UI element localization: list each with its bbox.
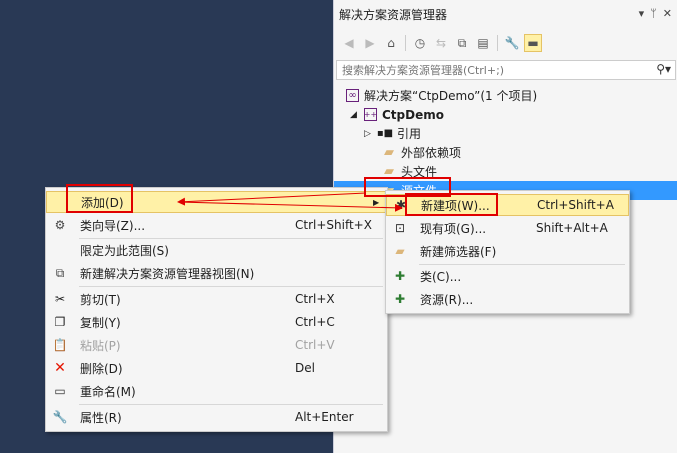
- properties-wrench-icon[interactable]: 🔧: [503, 34, 521, 52]
- menu-separator: [79, 404, 383, 405]
- preview-selected-icon[interactable]: ▬: [524, 34, 542, 52]
- menu-item-shortcut: Ctrl+X: [295, 292, 335, 306]
- annotation-box-new-item: [405, 193, 498, 216]
- copy-icon: ❐: [54, 315, 66, 329]
- annotation-box-add: [66, 184, 133, 213]
- pin-icon[interactable]: ᛘ: [650, 7, 657, 20]
- menu-item-label: 现有项(G)...: [420, 221, 487, 236]
- menu-item-cut[interactable]: ✂ 剪切(T) Ctrl+X: [46, 288, 387, 310]
- menu-item-resource[interactable]: ✚ 资源(R)...: [386, 288, 629, 310]
- menu-item-label: 类(C)...: [420, 269, 462, 284]
- menu-item-label: 删除(D): [80, 361, 123, 376]
- toolbar-separator: [405, 35, 406, 51]
- menu-item-paste[interactable]: 📋 粘贴(P) Ctrl+V: [46, 334, 387, 356]
- menu-item-class[interactable]: ✚ 类(C)...: [386, 265, 629, 287]
- menu-item-label: 剪切(T): [80, 292, 121, 307]
- solution-explorer-title: 解决方案资源管理器: [339, 7, 448, 22]
- expanded-arrow-icon[interactable]: ◢: [350, 110, 360, 120]
- solution-explorer-search[interactable]: ⚲▾: [336, 60, 676, 80]
- paste-icon: 📋: [52, 338, 68, 352]
- solution-explorer-toolbar: ◀ ▶ ⌂ ◷ ⇆ ⧉ ▤ 🔧 ▬: [334, 30, 677, 56]
- search-input[interactable]: [340, 62, 644, 78]
- menu-item-shortcut: Ctrl+C: [295, 315, 335, 329]
- menu-item-properties[interactable]: 🔧 属性(R) Alt+Enter: [46, 406, 387, 428]
- toolbar-separator: [497, 35, 498, 51]
- menu-item-shortcut: Ctrl+Shift+A: [537, 198, 614, 212]
- references-icon: ▪■: [376, 128, 394, 139]
- solution-icon: ∞: [346, 89, 359, 102]
- tree-item-label: 引用: [397, 127, 422, 141]
- menu-item-new-explorer-view[interactable]: ⧉ 新建解决方案资源管理器视图(N): [46, 262, 387, 284]
- folder-icon: ▰: [384, 145, 394, 160]
- menu-item-label: 粘贴(P): [80, 338, 121, 353]
- forward-icon[interactable]: ▶: [361, 34, 379, 52]
- scissors-icon: ✂: [54, 292, 66, 306]
- menu-item-label: 复制(Y): [80, 315, 121, 330]
- menu-item-label: 属性(R): [80, 410, 122, 425]
- menu-item-label: 新建解决方案资源管理器视图(N): [80, 266, 255, 281]
- existing-item-icon: ⊡: [394, 221, 406, 235]
- cpp-project-icon: ++: [363, 108, 378, 121]
- menu-item-label: 限定为此范围(S): [80, 243, 169, 258]
- tree-item-label: CtpDemo: [382, 107, 444, 122]
- menu-item-label: 新建筛选器(F): [420, 244, 497, 259]
- tree-item-label: 外部依赖项: [401, 146, 462, 160]
- menu-item-scope-to-this[interactable]: 限定为此范围(S): [46, 239, 387, 261]
- new-view-icon: ⧉: [55, 265, 65, 280]
- collapsed-arrow-icon[interactable]: ▷: [364, 129, 374, 139]
- menu-item-existing-item[interactable]: ⊡ 现有项(G)... Shift+Alt+A: [386, 217, 629, 239]
- menu-item-label: 类向导(Z)...: [80, 218, 146, 233]
- submenu-arrow-icon: ▶: [373, 198, 380, 207]
- menu-item-shortcut: Alt+Enter: [295, 410, 354, 424]
- menu-item-class-wizard[interactable]: ⚙ 类向导(Z)... Ctrl+Shift+X: [46, 214, 387, 236]
- search-icon[interactable]: ⚲▾: [656, 62, 671, 76]
- add-resource-icon: ✚: [394, 292, 406, 306]
- dropdown-arrow-icon[interactable]: ▾: [639, 7, 645, 20]
- home-icon[interactable]: ⌂: [382, 34, 400, 52]
- menu-item-copy[interactable]: ❐ 复制(Y) Ctrl+C: [46, 311, 387, 333]
- collapse-all-icon[interactable]: ⧉: [453, 34, 471, 52]
- menu-item-new-filter[interactable]: ▰ 新建筛选器(F): [386, 240, 629, 262]
- menu-item-shortcut: Del: [295, 361, 315, 375]
- menu-item-delete[interactable]: ✕ 删除(D) Del: [46, 357, 387, 379]
- menu-separator: [79, 286, 383, 287]
- tree-item-external-deps[interactable]: ▰ 外部依赖项: [382, 143, 461, 162]
- tree-item-project[interactable]: ◢ ++ CtpDemo: [350, 105, 444, 124]
- tree-item-references[interactable]: ▷ ▪■ 引用: [364, 124, 421, 143]
- context-menu: 添加(D) ▶ ⚙ 类向导(Z)... Ctrl+Shift+X 限定为此范围(…: [45, 187, 388, 432]
- class-wizard-icon: ⚙: [54, 218, 66, 232]
- wrench-icon: 🔧: [52, 410, 68, 424]
- tree-item-label: 解决方案“CtpDemo”(1 个项目): [364, 89, 538, 103]
- sync-icon[interactable]: ⇆: [432, 34, 450, 52]
- menu-item-label: 资源(R)...: [420, 292, 474, 307]
- menu-item-label: 重命名(M): [80, 384, 136, 399]
- show-all-files-icon[interactable]: ▤: [474, 34, 492, 52]
- menu-item-shortcut: Ctrl+V: [295, 338, 335, 352]
- menu-item-shortcut: Shift+Alt+A: [536, 221, 608, 235]
- tree-item-solution[interactable]: ∞ 解决方案“CtpDemo”(1 个项目): [346, 86, 537, 105]
- pending-changes-icon[interactable]: ◷: [411, 34, 429, 52]
- back-icon[interactable]: ◀: [340, 34, 358, 52]
- menu-item-shortcut: Ctrl+Shift+X: [295, 218, 372, 232]
- add-class-icon: ✚: [394, 269, 406, 283]
- close-icon[interactable]: ✕: [663, 7, 672, 20]
- rename-icon: ▭: [54, 384, 66, 398]
- new-folder-icon: ▰: [395, 244, 405, 258]
- delete-x-icon: ✕: [54, 360, 66, 376]
- solution-explorer-titlebar: 解决方案资源管理器 ▾ ᛘ ✕: [334, 0, 677, 28]
- menu-item-rename[interactable]: ▭ 重命名(M): [46, 380, 387, 402]
